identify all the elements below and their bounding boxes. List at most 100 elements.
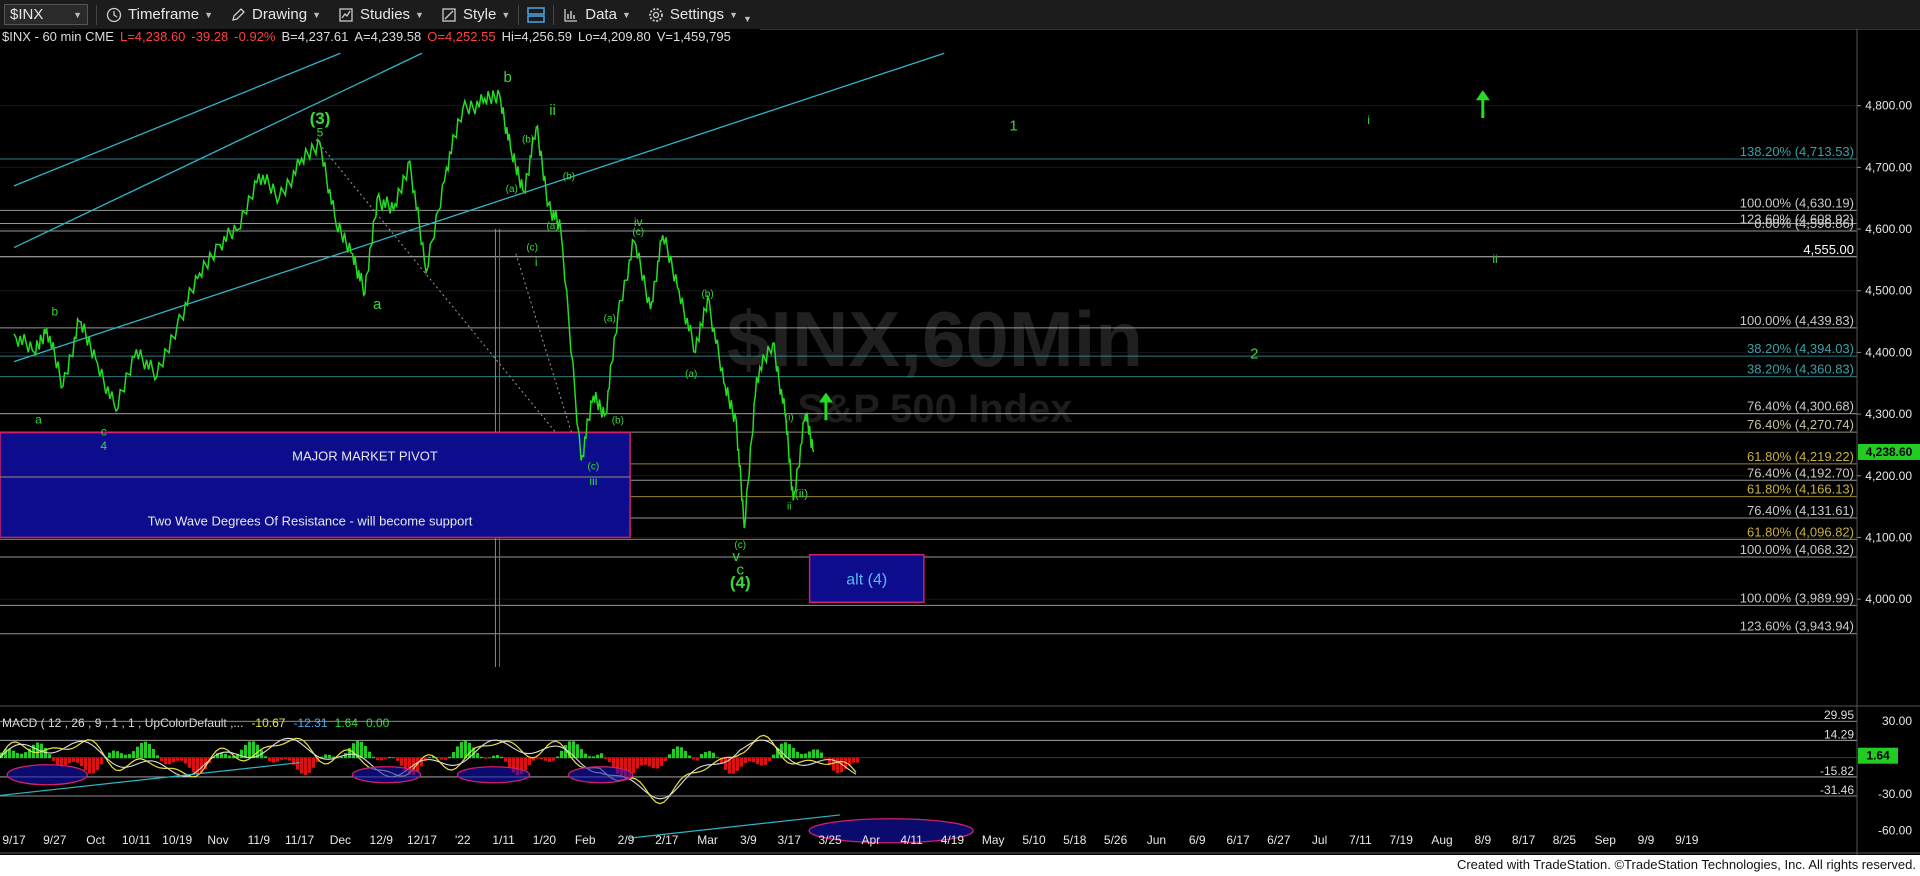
x-tick-label: 7/11 (1349, 833, 1372, 847)
wave-label: (a) (604, 314, 616, 325)
macd-bar (480, 756, 483, 759)
macd-bar (112, 750, 115, 759)
macd-bar (684, 750, 687, 759)
alt-4-label: alt (4) (846, 571, 887, 588)
macd-bar (116, 751, 119, 759)
wave-label: (b) (701, 289, 713, 300)
style-menu[interactable]: Style ▼ (432, 0, 518, 29)
wave-label: (ii) (795, 486, 808, 500)
wave-label: b (51, 304, 58, 318)
macd-bar (140, 742, 143, 759)
macd-bar (556, 756, 559, 759)
macd-bar (492, 755, 495, 759)
macd-bar (56, 757, 59, 766)
x-tick-label: 4/19 (941, 833, 965, 847)
macd-bar (76, 757, 79, 763)
macd-bar (388, 756, 391, 759)
macd-bar (52, 757, 55, 761)
macd-y-tick-label: 30.00 (1882, 714, 1912, 728)
macd-bar (400, 757, 403, 766)
toolbar: $INX ▼ Timeframe ▼ Drawing ▼ Studies ▼ S… (0, 0, 1920, 30)
y-tick-label: 4,000.00 (1865, 592, 1912, 606)
wave-label: a (35, 412, 42, 426)
macd-bar (696, 757, 699, 761)
macd-bar (796, 751, 799, 759)
macd-bar (368, 751, 371, 759)
macd-bar (716, 757, 719, 759)
price-chart[interactable]: $INX,60MinS&P 500 Index 138.20% (4,713.5… (0, 29, 1920, 855)
macd-bar (540, 757, 543, 759)
divergence-ellipse (567, 766, 634, 784)
macd-bar (72, 757, 75, 762)
macd-bar (604, 757, 607, 759)
macd-bar (364, 745, 367, 759)
macd-bar (560, 750, 563, 759)
chart-header: $INX - 60 min CME L=4,238.60 -39.28 -0.92% B… (0, 29, 760, 44)
x-tick-label: 12/17 (407, 833, 437, 847)
x-tick-label: 12/9 (370, 833, 394, 847)
symbol-text: $INX (10, 6, 44, 23)
macd-bar (836, 757, 839, 774)
macd-bar (736, 757, 739, 771)
macd-bar (800, 753, 803, 759)
wave-label: ii (1492, 252, 1497, 266)
fib-label: 38.20% (4,394.03) (1747, 341, 1854, 356)
x-tick-label: '22 (455, 833, 471, 847)
chevron-down-icon: ▼ (73, 9, 82, 20)
header-field: L=4,238.60 (120, 29, 185, 44)
fib-label: 0.00% (4,596.86) (1754, 216, 1854, 231)
macd-bar (772, 754, 775, 759)
macd-bar (664, 757, 667, 762)
timeframe-label: Timeframe (128, 6, 200, 23)
studies-menu[interactable]: Studies ▼ (329, 0, 432, 29)
x-tick-label: Apr (861, 833, 880, 847)
header-field: Lo=4,209.80 (578, 29, 651, 44)
macd-bar (152, 748, 155, 759)
layout-button[interactable] (519, 0, 553, 29)
macd-bar (660, 757, 663, 767)
macd-bar (80, 757, 83, 767)
y-tick-label: 4,700.00 (1865, 160, 1912, 174)
drawing-menu[interactable]: Drawing ▼ (221, 0, 329, 29)
style-icon (442, 7, 456, 22)
macd-bar (444, 757, 447, 760)
x-tick-label: Sep (1595, 833, 1617, 847)
macd-bar (580, 749, 583, 759)
macd-bar (644, 757, 647, 765)
y-tick-label: 4,600.00 (1865, 222, 1912, 236)
macd-title-text: MACD ( 12 , 26 , 9 , 1 , 1 , UpColorDefa… (2, 716, 243, 730)
style-label: Style (462, 6, 497, 23)
wave-label: (a) (546, 221, 558, 232)
x-tick-label: 11/17 (285, 833, 314, 847)
x-tick-label: 6/9 (1189, 833, 1206, 847)
macd-bar (576, 744, 579, 759)
wave-label: 4 (100, 439, 107, 453)
macd-bar (640, 757, 643, 766)
macd-value: -10.67 (251, 716, 285, 730)
macd-bar (816, 749, 819, 759)
wave-label: ii (549, 102, 556, 119)
macd-bar (456, 746, 459, 759)
settings-menu[interactable]: Settings ▼ ▼ (639, 0, 760, 29)
symbol-selector[interactable]: $INX ▼ (4, 4, 88, 25)
fib-label: 61.80% (4,096.82) (1747, 524, 1854, 539)
macd-bar (740, 757, 743, 767)
macd-value: -12.31 (293, 716, 327, 730)
macd-bar (168, 757, 171, 765)
timeframe-menu[interactable]: Timeframe ▼ (97, 0, 221, 29)
macd-bar (84, 757, 87, 771)
x-tick-label: 2/9 (618, 833, 635, 847)
gear-icon (648, 7, 663, 22)
macd-bar (548, 757, 551, 762)
studies-label: Studies (360, 6, 411, 23)
data-menu[interactable]: Data ▼ (554, 0, 639, 29)
macd-bar (376, 757, 379, 761)
wave-label: 1 (1009, 117, 1017, 134)
settings-label: Settings (669, 6, 725, 23)
x-tick-label: 10/11 (122, 833, 151, 847)
macd-bar (484, 757, 487, 759)
wave-label: a (373, 296, 382, 313)
wave-label: ii (787, 502, 791, 513)
header-field: -39.28 (191, 29, 228, 44)
macd-bar (824, 757, 827, 759)
